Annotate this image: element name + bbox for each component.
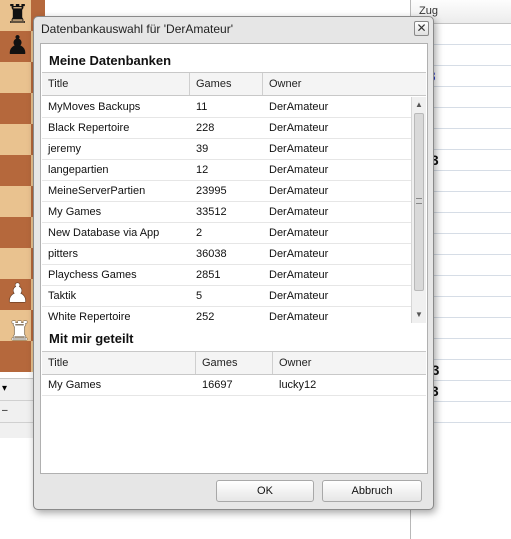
table-row[interactable]: MyMoves Backups 11 DerAmateur [42, 97, 411, 118]
cell-games: 12 [196, 164, 209, 176]
cell-owner: DerAmateur [269, 248, 329, 260]
cell-owner: DerAmateur [269, 122, 329, 134]
cell-title: New Database via App [48, 227, 160, 239]
column-header-title[interactable]: Title [42, 73, 190, 95]
white-pawn-piece[interactable]: ♟ [2, 279, 33, 310]
column-header-owner[interactable]: Owner [263, 73, 426, 95]
cell-games: 16697 [202, 379, 233, 391]
table-row[interactable]: White Repertoire 252 DerAmateur [42, 307, 411, 323]
cell-title: White Repertoire [48, 311, 131, 323]
cell-title: My Games [48, 206, 102, 218]
table-row[interactable]: langepartien 12 DerAmateur [42, 160, 411, 181]
cell-games: 23995 [196, 185, 227, 197]
cell-owner: DerAmateur [269, 101, 329, 113]
my-databases-heading: Meine Datenbanken [49, 53, 172, 68]
left-panel [0, 438, 36, 539]
cell-owner: DerAmateur [269, 269, 329, 281]
close-button[interactable]: ✕ [414, 21, 429, 36]
black-rook-piece[interactable]: ♜ [2, 0, 33, 31]
table-row[interactable]: Taktik 5 DerAmateur [42, 286, 411, 307]
database-selection-dialog: Datenbankauswahl für 'DerAmateur' ✕ Mein… [33, 16, 434, 510]
cell-games: 228 [196, 122, 215, 134]
cell-games: 5 [196, 290, 203, 302]
column-header-games[interactable]: Games [196, 352, 273, 374]
cell-title: Playchess Games [48, 269, 137, 281]
cell-title: jeremy [48, 143, 82, 155]
close-icon: ✕ [416, 21, 427, 35]
shared-with-me-heading: Mit mir geteilt [49, 331, 134, 346]
cell-title: langepartien [48, 164, 109, 176]
dialog-title: Datenbankauswahl für 'DerAmateur' [41, 22, 234, 36]
table-scrollbar[interactable]: ▲ ▼ [411, 97, 426, 323]
cell-title: MeineServerPartien [48, 185, 146, 197]
black-pawn-piece[interactable]: ♟ [2, 31, 33, 62]
cell-owner: DerAmateur [269, 227, 329, 239]
white-rook-piece[interactable]: ♜ [4, 317, 35, 348]
cell-title: MyMoves Backups [48, 101, 141, 113]
cancel-button[interactable]: Abbruch [322, 480, 422, 502]
toolbar-row[interactable]: ▾ [0, 379, 36, 401]
board-square[interactable] [0, 93, 31, 124]
board-square[interactable] [0, 248, 31, 279]
column-header-games[interactable]: Games [190, 73, 263, 95]
cell-title: Taktik [48, 290, 77, 302]
board-square[interactable] [0, 124, 31, 155]
table-row[interactable]: pitters 36038 DerAmateur [42, 244, 411, 265]
cell-owner: DerAmateur [269, 185, 329, 197]
board-square[interactable] [0, 186, 31, 217]
grip-icon [416, 198, 422, 204]
table-row[interactable]: New Database via App 2 DerAmateur [42, 223, 411, 244]
board-square[interactable] [0, 62, 31, 93]
cell-owner: DerAmateur [269, 290, 329, 302]
ok-button[interactable]: OK [216, 480, 314, 502]
column-header-owner[interactable]: Owner [273, 352, 426, 374]
cell-games: 2 [196, 227, 203, 239]
board-square[interactable] [0, 155, 31, 186]
board-toolbar: ▾ – [0, 378, 36, 438]
cell-games: 36038 [196, 248, 227, 260]
cell-owner: DerAmateur [269, 311, 329, 323]
table-row[interactable]: jeremy 39 DerAmateur [42, 139, 411, 160]
scrollbar-thumb[interactable] [414, 113, 424, 291]
cell-owner: DerAmateur [269, 143, 329, 155]
table-body: MyMoves Backups 11 DerAmateur Black Repert… [42, 97, 411, 323]
cell-title: My Games [48, 379, 102, 391]
cell-title: pitters [48, 248, 78, 260]
toolbar-row[interactable]: – [0, 401, 36, 423]
cell-games: 11 [196, 101, 208, 113]
cell-owner: lucky12 [279, 379, 317, 391]
scroll-down-icon[interactable]: ▼ [412, 307, 426, 322]
scroll-up-icon[interactable]: ▲ [412, 97, 426, 112]
table-row[interactable]: Black Repertoire 228 DerAmateur [42, 118, 411, 139]
board-square[interactable] [0, 217, 31, 248]
dialog-content: Meine Datenbanken Title Games Owner MyMo… [40, 43, 428, 474]
table-row[interactable]: My Games 16697 lucky12 [42, 375, 426, 396]
table-row[interactable]: Playchess Games 2851 DerAmateur [42, 265, 411, 286]
my-databases-table: Title Games Owner MyMoves Backups 11 DerAm… [42, 72, 426, 323]
cell-games: 252 [196, 311, 215, 323]
table-row[interactable]: My Games 33512 DerAmateur [42, 202, 411, 223]
table-row[interactable]: MeineServerPartien 23995 DerAmateur [42, 181, 411, 202]
cell-owner: DerAmateur [269, 206, 329, 218]
cell-games: 33512 [196, 206, 227, 218]
cell-games: 2851 [196, 269, 221, 281]
shared-databases-table: Title Games Owner My Games 16697 lucky12 [42, 351, 426, 396]
table-header: Title Games Owner [42, 73, 426, 96]
cell-owner: DerAmateur [269, 164, 329, 176]
column-header-title[interactable]: Title [42, 352, 196, 374]
dialog-titlebar[interactable]: Datenbankauswahl für 'DerAmateur' ✕ [34, 17, 433, 41]
cell-title: Black Repertoire [48, 122, 130, 134]
table-header: Title Games Owner [42, 352, 426, 375]
cell-games: 39 [196, 143, 209, 155]
